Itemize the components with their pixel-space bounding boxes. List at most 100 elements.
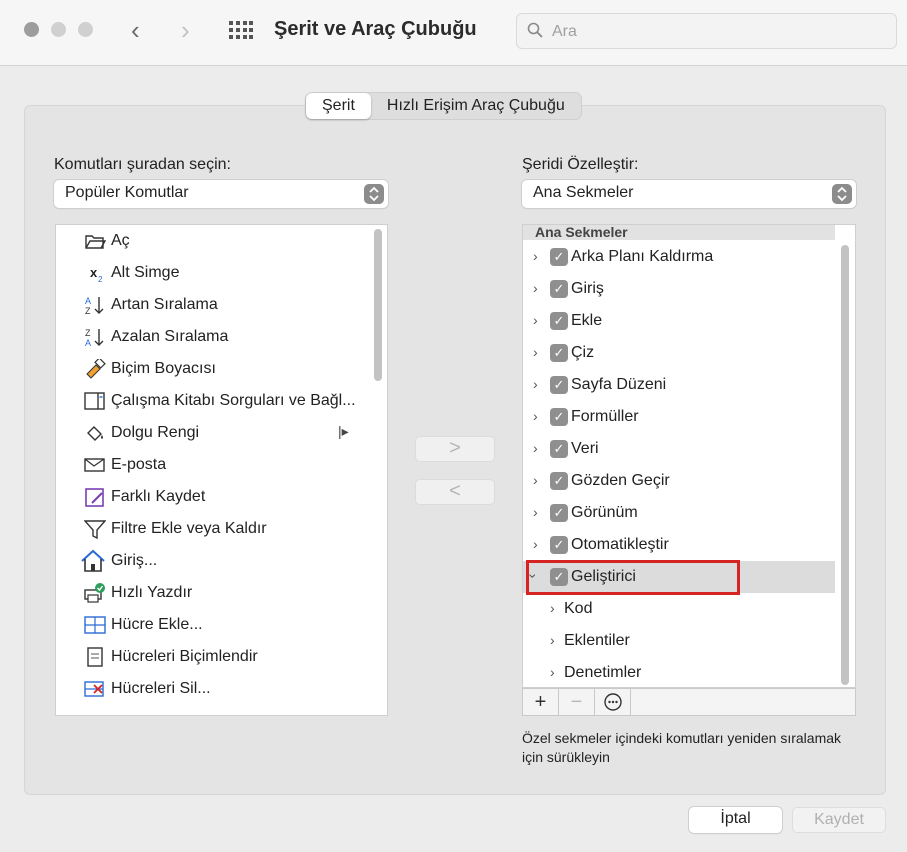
subscript-icon: x2 [90,265,103,283]
commands-scrollbar[interactable] [374,229,382,381]
drag-hint-text: Özel sekmeler içindeki komutları yeniden… [522,730,842,765]
list-item[interactable]: AZ Artan Sıralama [56,289,387,321]
remove-tab-button[interactable]: − [559,689,595,715]
close-window-button[interactable] [24,22,39,37]
list-item[interactable]: Farklı Kaydet [56,481,387,513]
checkbox-checked[interactable]: ✓ [550,248,568,266]
tab-ribbon[interactable]: Şerit [306,93,371,119]
add-command-button[interactable]: > [415,436,495,462]
commands-source-popup[interactable]: Popüler Komutlar [54,180,388,208]
tab-row[interactable]: › ✓ Sayfa Düzeni [523,369,835,401]
ribbon-tabs-list[interactable]: Ana Sekmeler › ✓ Arka Planı Kaldırma › ✓… [522,224,856,688]
list-item[interactable]: Hücreleri Biçimlendir [56,641,387,673]
list-item[interactable]: ZA Azalan Sıralama [56,321,387,353]
checkbox-checked[interactable]: ✓ [550,504,568,522]
show-all-grid-icon[interactable] [229,21,253,39]
submenu-arrow-icon: |▸ [338,423,349,439]
ribbon-tabs-popup[interactable]: Ana Sekmeler [522,180,856,208]
tab-row[interactable]: › ✓ Ekle [523,305,835,337]
checkbox-checked[interactable]: ✓ [550,536,568,554]
tab-row[interactable]: › ✓ Çiz [523,337,835,369]
chevron-right-icon[interactable]: › [550,600,555,616]
chevron-right-icon[interactable]: › [533,504,538,520]
remove-command-button[interactable]: < [415,479,495,505]
group-row[interactable]: › Denetimler [523,657,835,687]
svg-text:Z: Z [85,328,91,338]
tab-row[interactable]: › ✓ Giriş [523,273,835,305]
tab-quick-access-toolbar[interactable]: Hızlı Erişim Araç Çubuğu [371,93,581,119]
home-icon [81,549,105,572]
list-item[interactable]: Hücreleri Sil... [56,673,387,705]
list-item[interactable]: Aç [56,225,387,257]
chevron-right-icon[interactable]: › [550,664,555,680]
tab-row[interactable]: › ✓ Formüller [523,401,835,433]
cancel-button[interactable]: İptal [689,807,782,833]
back-button[interactable]: ‹ [131,16,140,44]
window-title: Şerit ve Araç Çubuğu [274,18,477,40]
folder-open-icon [85,235,106,249]
checkbox-checked[interactable]: ✓ [550,472,568,490]
search-input[interactable] [552,20,882,44]
chevron-right-icon[interactable]: › [533,536,538,552]
chevron-right-icon[interactable]: › [533,248,538,264]
checkbox-checked[interactable]: ✓ [550,376,568,394]
svg-text:2: 2 [98,275,103,283]
more-options-button[interactable] [595,689,631,715]
list-item[interactable]: E-posta [56,449,387,481]
group-row[interactable]: › Eklentiler [523,625,835,657]
list-item[interactable]: Hızlı Yazdır [56,577,387,609]
search-field[interactable] [516,13,897,49]
forward-button[interactable]: › [181,16,190,44]
list-item[interactable]: Dolgu Rengi |▸ [56,417,387,449]
tab-row[interactable]: › ✓ Otomatikleştir [523,529,835,561]
tab-row[interactable]: › ✓ Veri [523,433,835,465]
chevron-right-icon[interactable]: › [533,472,538,488]
list-item[interactable]: Çalışma Kitabı Sorguları ve Bağl... [56,385,387,417]
svg-text:A: A [85,296,91,306]
chevron-right-icon[interactable]: › [533,312,538,328]
add-tab-button[interactable]: + [523,689,559,715]
ribbon-tabs-value: Ana Sekmeler [533,184,634,201]
chevron-right-icon[interactable]: › [533,440,538,456]
tab-row[interactable]: › ✓ Gözden Geçir [523,465,835,497]
list-item[interactable]: Filtre Ekle veya Kaldır [56,513,387,545]
quick-print-icon [84,583,105,603]
checkbox-checked[interactable]: ✓ [550,312,568,330]
chevron-right-icon[interactable]: › [533,344,538,360]
list-item[interactable]: x2 Alt Simge [56,257,387,289]
save-button[interactable]: Kaydet [792,807,886,833]
list-header: Ana Sekmeler [523,225,835,240]
zoom-window-button[interactable] [78,22,93,37]
save-as-icon [85,488,104,507]
commands-source-value: Popüler Komutlar [65,184,189,201]
list-item[interactable]: Giriş... [56,545,387,577]
highlight-box [526,560,740,595]
format-painter-icon [86,359,106,379]
checkbox-checked[interactable]: ✓ [550,344,568,362]
svg-text:Z: Z [85,306,91,315]
checkbox-checked[interactable]: ✓ [550,280,568,298]
checkbox-checked[interactable]: ✓ [550,440,568,458]
tab-row[interactable]: › ✓ Arka Planı Kaldırma [523,241,835,273]
list-item[interactable]: Biçim Boyacısı [56,353,387,385]
checkbox-checked[interactable]: ✓ [550,408,568,426]
chevron-right-icon[interactable]: › [533,376,538,392]
tab-row[interactable]: › ✓ Görünüm [523,497,835,529]
ribbon-scrollbar[interactable] [841,245,849,685]
search-icon [527,22,543,38]
chevron-right-icon[interactable]: › [533,408,538,424]
tab-switcher: Şerit Hızlı Erişim Araç Çubuğu [305,92,582,120]
choose-commands-label: Komutları şuradan seçin: [54,156,231,173]
chevron-right-icon[interactable]: › [550,632,555,648]
chevron-right-icon[interactable]: › [533,280,538,296]
svg-text:x: x [90,265,98,280]
email-icon [84,458,105,472]
list-item[interactable]: Hücre Ekle... [56,609,387,641]
commands-list[interactable]: Aç x2 Alt Simge AZ Artan Sıralama ZA Aza… [55,224,388,716]
format-cells-icon [87,647,103,667]
filter-icon [84,520,106,539]
ellipsis-circle-icon [603,693,622,711]
minimize-window-button[interactable] [51,22,66,37]
group-row[interactable]: › Kod [523,593,835,625]
sort-ascending-icon: AZ [85,296,104,315]
